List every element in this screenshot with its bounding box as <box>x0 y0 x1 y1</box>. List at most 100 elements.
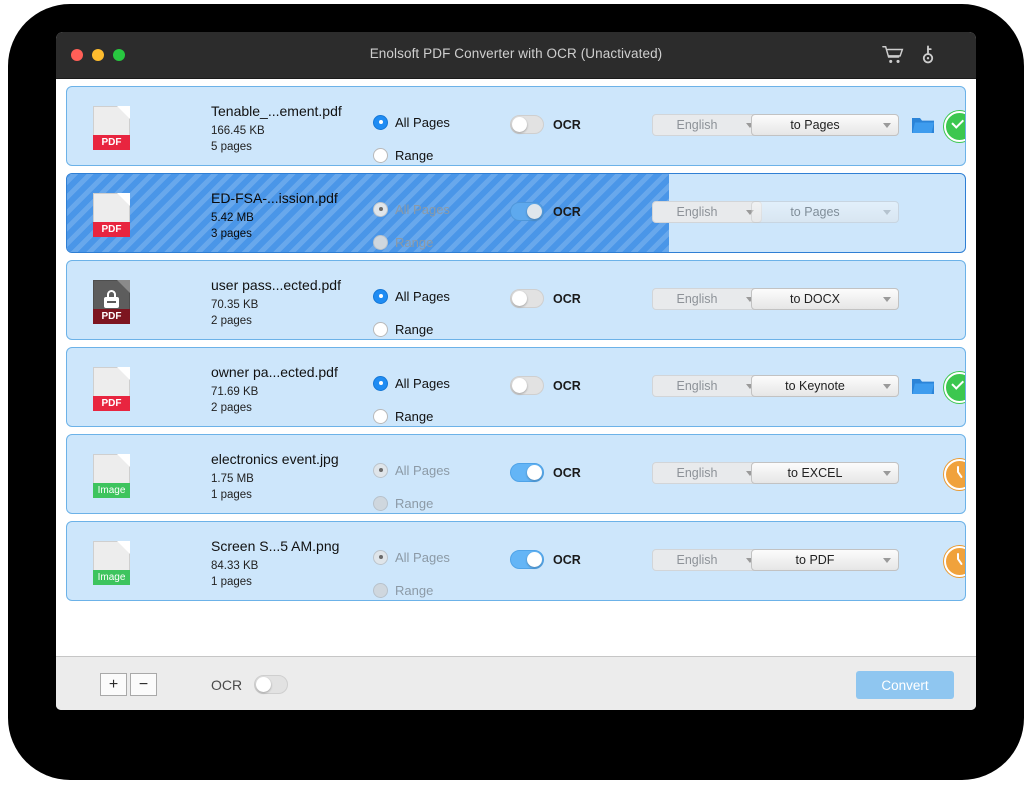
row-ocr-toggle[interactable] <box>510 550 544 569</box>
radio-range[interactable]: Range <box>373 405 450 426</box>
file-row[interactable]: PDF user pass...ected.pdf 70.35 KB 2 pages A… <box>66 260 966 340</box>
output-format-select[interactable]: to Keynote <box>751 375 899 397</box>
radio-all-pages-label: All Pages <box>395 549 450 565</box>
page-range-radio-group: All Pages Range <box>373 459 450 513</box>
toggle-knob <box>512 117 527 132</box>
file-name: owner pa...ected.pdf <box>211 364 338 380</box>
radio-all-pages[interactable]: All Pages <box>373 546 450 568</box>
language-select[interactable]: English <box>652 462 762 484</box>
chevron-down-icon <box>883 123 891 128</box>
row-ocr-toggle[interactable] <box>510 463 544 482</box>
row-ocr-toggle[interactable] <box>510 289 544 308</box>
radio-all-pages[interactable]: All Pages <box>373 111 450 133</box>
file-page-count: 2 pages <box>211 315 252 327</box>
page-range-radio-group: All Pages Range <box>373 372 450 426</box>
file-page-count: 1 pages <box>211 576 252 588</box>
open-folder-icon[interactable] <box>911 376 935 396</box>
radio-range-dot <box>373 234 388 250</box>
radio-all-pages[interactable]: All Pages <box>373 459 450 481</box>
output-format-select[interactable]: to DOCX <box>751 288 899 310</box>
language-select-value: English <box>676 466 718 480</box>
status-waiting-clock-icon[interactable] <box>944 459 965 490</box>
page-fold <box>117 541 130 554</box>
radio-range[interactable]: Range <box>373 492 450 513</box>
radio-all-pages-dot <box>373 288 388 304</box>
open-folder-icon[interactable] <box>911 115 935 135</box>
file-row[interactable]: Image Screen S...5 AM.png 84.33 KB 1 pages A… <box>66 521 966 601</box>
radio-range-dot <box>373 147 388 163</box>
row-ocr-toggle[interactable] <box>510 376 544 395</box>
radio-range-label: Range <box>395 321 434 337</box>
language-select-value: English <box>676 205 718 219</box>
page-fold <box>117 106 130 119</box>
radio-all-pages-dot <box>373 114 388 130</box>
file-name: user pass...ected.pdf <box>211 277 341 293</box>
chevron-down-icon <box>883 384 891 389</box>
language-select[interactable]: English <box>652 114 762 136</box>
output-format-select[interactable]: to Pages <box>751 114 899 136</box>
status-waiting-clock-icon[interactable] <box>944 546 965 577</box>
radio-all-pages[interactable]: All Pages <box>373 198 450 220</box>
row-ocr-group: OCR <box>510 289 581 308</box>
chevron-down-icon <box>883 210 891 215</box>
language-select[interactable]: English <box>652 288 762 310</box>
key-icon[interactable] <box>917 44 939 66</box>
output-format-select[interactable]: to Pages <box>751 201 899 223</box>
file-row[interactable]: PDF Tenable_...ement.pdf 166.45 KB 5 pages A… <box>66 86 966 166</box>
page-fold <box>117 280 130 293</box>
file-name: electronics event.jpg <box>211 451 339 467</box>
remove-file-button[interactable]: − <box>130 673 157 696</box>
global-ocr-toggle[interactable] <box>254 675 288 694</box>
output-format-value: to Keynote <box>785 379 845 393</box>
toggle-knob <box>527 552 542 567</box>
file-type-icon: PDF <box>93 367 130 411</box>
radio-range-dot <box>373 321 388 337</box>
row-ocr-label: OCR <box>553 291 581 306</box>
output-format-value: to Pages <box>790 118 840 132</box>
file-type-badge: PDF <box>93 309 130 324</box>
shopping-cart-icon[interactable] <box>882 44 904 66</box>
radio-range[interactable]: Range <box>373 318 450 339</box>
file-row[interactable]: PDF owner pa...ected.pdf 71.69 KB 2 pages Al… <box>66 347 966 427</box>
window-title: Enolsoft PDF Converter with OCR (Unactiv… <box>369 46 663 61</box>
file-name: Tenable_...ement.pdf <box>211 103 342 119</box>
file-row[interactable]: PDF ED-FSA-...ission.pdf 5.42 MB 3 pages All… <box>66 173 966 253</box>
row-ocr-group: OCR <box>510 463 581 482</box>
file-row[interactable]: Image electronics event.jpg 1.75 MB 1 pages… <box>66 434 966 514</box>
bottom-toolbar: + − OCR Convert <box>56 656 976 710</box>
radio-range[interactable]: Range <box>373 579 450 600</box>
clock-minute-hand <box>957 558 963 566</box>
status-done-icon[interactable] <box>944 372 965 403</box>
row-ocr-label: OCR <box>553 378 581 393</box>
language-select-value: English <box>676 292 718 306</box>
language-select[interactable]: English <box>652 375 762 397</box>
row-ocr-toggle[interactable] <box>510 202 544 221</box>
file-meta: ED-FSA-...ission.pdf 5.42 MB 3 pages <box>211 190 338 244</box>
row-ocr-label: OCR <box>553 204 581 219</box>
file-type-badge: Image <box>93 483 130 498</box>
file-size: 166.45 KB <box>211 125 265 137</box>
add-file-button[interactable]: + <box>100 673 127 696</box>
page-fold <box>117 454 130 467</box>
row-ocr-group: OCR <box>510 202 581 221</box>
radio-range[interactable]: Range <box>373 144 450 165</box>
radio-range[interactable]: Range <box>373 231 450 252</box>
radio-range-dot <box>373 408 388 424</box>
language-select[interactable]: English <box>652 549 762 571</box>
radio-all-pages[interactable]: All Pages <box>373 285 450 307</box>
output-format-select[interactable]: to PDF <box>751 549 899 571</box>
convert-button[interactable]: Convert <box>856 671 954 699</box>
toggle-knob <box>512 378 527 393</box>
file-page-count: 3 pages <box>211 228 252 240</box>
app-window: Enolsoft PDF Converter with OCR (Unactiv… <box>56 32 976 710</box>
file-size: 71.69 KB <box>211 386 259 398</box>
row-ocr-toggle[interactable] <box>510 115 544 134</box>
radio-all-pages-label: All Pages <box>395 375 450 391</box>
file-size: 5.42 MB <box>211 212 254 224</box>
language-select[interactable]: English <box>652 201 762 223</box>
output-format-select[interactable]: to EXCEL <box>751 462 899 484</box>
status-done-icon[interactable] <box>944 111 965 142</box>
radio-all-pages[interactable]: All Pages <box>373 372 450 394</box>
page-fold <box>117 193 130 206</box>
radio-range-label: Range <box>395 408 434 424</box>
